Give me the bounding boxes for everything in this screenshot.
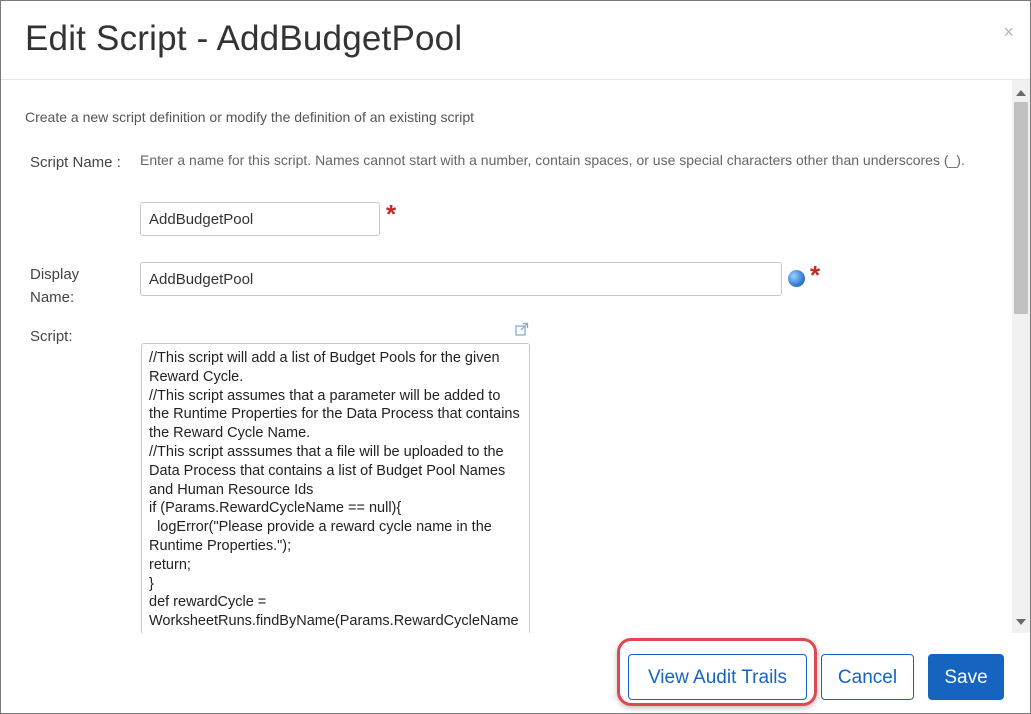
- scrollbar-thumb[interactable]: [1014, 102, 1028, 314]
- display-name-label-line1: Display: [30, 266, 80, 283]
- cancel-button[interactable]: Cancel: [821, 654, 914, 700]
- save-button[interactable]: Save: [928, 654, 1004, 700]
- expand-icon[interactable]: [515, 322, 529, 336]
- display-name-input[interactable]: [140, 262, 782, 296]
- script-name-label: Script Name :: [30, 154, 121, 171]
- script-name-required-mark: *: [386, 199, 397, 229]
- dialog-description: Create a new script definition or modify…: [25, 109, 475, 125]
- dialog-title: Edit Script - AddBudgetPool: [25, 19, 463, 58]
- view-audit-trails-button[interactable]: View Audit Trails: [628, 654, 807, 700]
- dialog-footer: View Audit Trails Cancel Save: [1, 633, 1030, 713]
- script-name-help: Enter a name for this script. Names cann…: [140, 152, 965, 168]
- globe-icon[interactable]: [788, 270, 805, 287]
- vertical-scrollbar[interactable]: [1012, 80, 1030, 633]
- display-name-label: Display Name:: [30, 263, 79, 309]
- scroll-up-icon[interactable]: [1016, 90, 1026, 96]
- display-name-required-mark: *: [810, 260, 821, 290]
- close-icon[interactable]: ×: [1003, 23, 1014, 41]
- scroll-down-icon[interactable]: [1016, 619, 1026, 625]
- dialog-body: Create a new script definition or modify…: [1, 80, 1012, 633]
- edit-script-dialog: Edit Script - AddBudgetPool × Create a n…: [0, 0, 1031, 714]
- script-name-input[interactable]: [140, 202, 380, 236]
- display-name-label-line2: Name:: [30, 289, 75, 306]
- script-label: Script:: [30, 328, 73, 345]
- script-editor[interactable]: //This script will add a list of Budget …: [141, 343, 530, 633]
